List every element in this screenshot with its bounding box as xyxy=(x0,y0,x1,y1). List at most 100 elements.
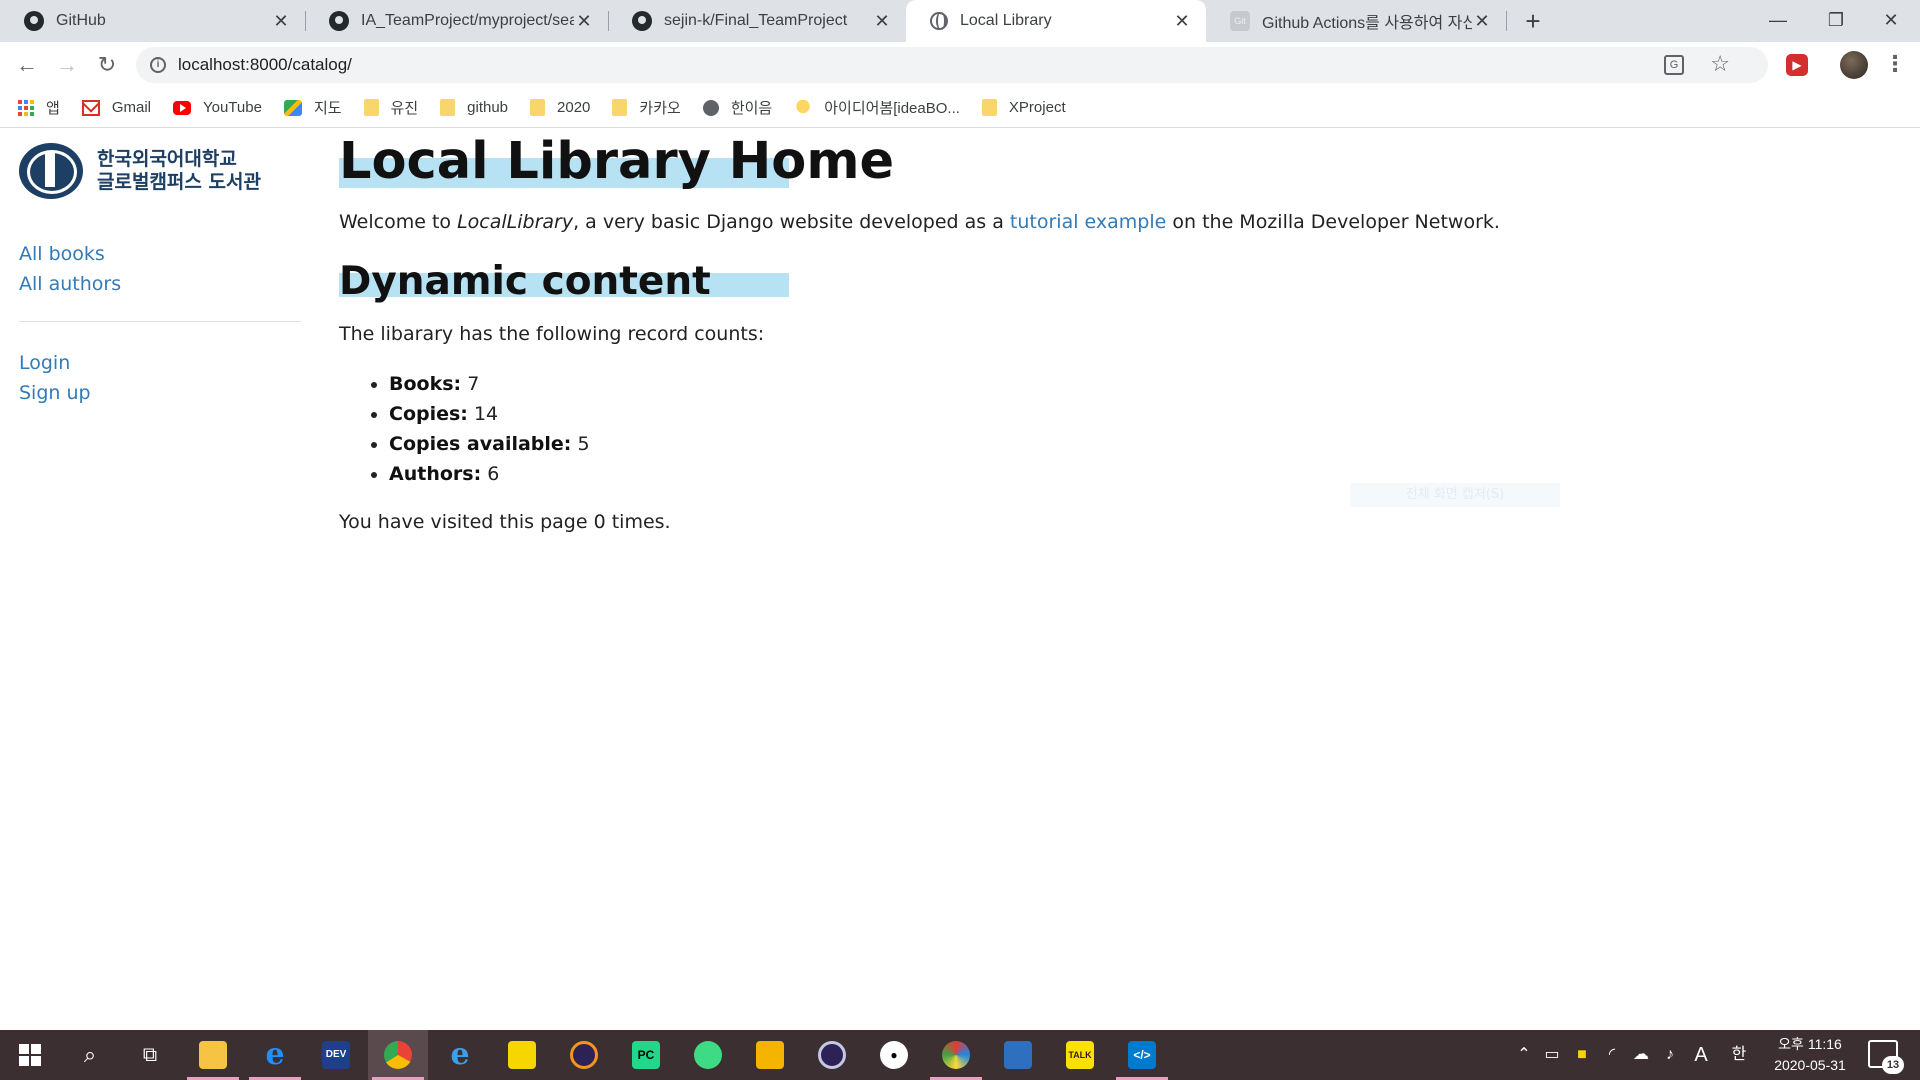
site-name: LocalLibrary xyxy=(457,211,574,233)
language-indicator[interactable]: 한 xyxy=(1726,1030,1752,1080)
stat-label: Books: xyxy=(389,373,462,395)
bookmark-folder-yujin[interactable]: 유진 xyxy=(363,97,418,118)
faded-capture-tooltip: 전체 화면 캡처(S) xyxy=(1350,483,1560,507)
tab-close-icon[interactable]: ✕ xyxy=(1472,11,1492,32)
tab-ia-teamproject[interactable]: IA_TeamProject/myproject/search ✕ xyxy=(305,0,608,42)
bookmark-haneum[interactable]: 한이음 xyxy=(702,97,772,118)
counts-intro: The libarary has the following record co… xyxy=(339,323,765,345)
folder-icon xyxy=(363,99,379,116)
pycharm-icon[interactable]: PC xyxy=(616,1030,676,1080)
forward-button[interactable]: → xyxy=(53,51,81,79)
ime-mode[interactable]: A xyxy=(1688,1030,1714,1080)
folder-icon xyxy=(981,99,997,116)
globe-icon xyxy=(702,99,719,116)
bookmark-youtube[interactable]: YouTube xyxy=(172,99,262,116)
profile-avatar[interactable] xyxy=(1840,51,1868,79)
bookmark-folder-xproject[interactable]: XProject xyxy=(981,99,1066,116)
vscode-icon[interactable]: </> xyxy=(1112,1030,1172,1080)
new-tab-button[interactable]: + xyxy=(1518,6,1548,36)
minimize-button[interactable]: — xyxy=(1749,0,1807,42)
tab-strip: GitHub ✕ IA_TeamProject/myproject/search… xyxy=(0,0,1920,42)
browser-toolbar: ← → ↻ i localhost:8000/catalog/ G ☆ ▶ ⋮ xyxy=(0,42,1920,88)
ie-icon[interactable]: e xyxy=(430,1030,490,1080)
address-bar[interactable]: i localhost:8000/catalog/ G ☆ xyxy=(136,47,1768,83)
stat-label: Authors: xyxy=(389,463,482,485)
signup-link[interactable]: Sign up xyxy=(19,378,301,408)
tab-close-icon[interactable]: ✕ xyxy=(872,11,892,32)
tab-title: sejin-k/Final_TeamProject xyxy=(664,12,848,29)
reload-button[interactable]: ↻ xyxy=(93,51,121,79)
paint-icon[interactable] xyxy=(926,1030,986,1080)
bookmark-star-icon[interactable]: ☆ xyxy=(1710,51,1730,77)
eclipse-icon[interactable] xyxy=(554,1030,614,1080)
maze-app-icon[interactable] xyxy=(740,1030,800,1080)
url-text[interactable]: localhost:8000/catalog/ xyxy=(178,55,352,75)
penguin-app-icon[interactable]: ● xyxy=(864,1030,924,1080)
tab-local-library[interactable]: Local Library ✕ xyxy=(906,0,1206,42)
tutorial-link[interactable]: tutorial example xyxy=(1010,211,1166,233)
login-link[interactable]: Login xyxy=(19,348,301,378)
tab-title: GitHub xyxy=(56,12,106,29)
bookmark-gmail[interactable]: Gmail xyxy=(81,99,151,116)
back-button[interactable]: ← xyxy=(13,51,41,79)
network-icon[interactable] xyxy=(988,1030,1048,1080)
tab-github[interactable]: GitHub ✕ xyxy=(0,0,305,42)
bookmark-label: 2020 xyxy=(557,99,591,116)
tab-close-icon[interactable]: ✕ xyxy=(574,11,594,32)
bookmark-label: 지도 xyxy=(313,100,342,117)
close-window-button[interactable]: ✕ xyxy=(1862,0,1920,42)
all-books-link[interactable]: All books xyxy=(19,239,301,269)
bookmark-label: YouTube xyxy=(202,99,262,116)
tab-close-icon[interactable]: ✕ xyxy=(1172,11,1192,32)
android-studio-icon[interactable] xyxy=(678,1030,738,1080)
tab-final-teamproject[interactable]: sejin-k/Final_TeamProject ✕ xyxy=(608,0,906,42)
tab-title: IA_TeamProject/myproject/search xyxy=(361,12,574,29)
extension-icon[interactable]: ▶ xyxy=(1786,54,1808,76)
youtube-icon xyxy=(172,100,191,115)
gmail-icon xyxy=(81,99,100,116)
tab-github-actions[interactable]: Git Github Actions를 사용하여 자신 ✕ xyxy=(1206,0,1506,42)
onedrive-icon[interactable]: ☁ xyxy=(1628,1030,1654,1080)
sticky-notes-icon[interactable] xyxy=(492,1030,552,1080)
tray-overflow-icon[interactable]: ⌃ xyxy=(1512,1030,1536,1080)
stat-value: 5 xyxy=(577,433,590,455)
bookmark-label: 카카오 xyxy=(639,100,681,117)
search-icon[interactable]: ⌕ xyxy=(60,1030,120,1080)
devcpp-icon[interactable]: DEV xyxy=(306,1030,366,1080)
main-content: Local Library Home Welcome to LocalLibra… xyxy=(339,129,1839,535)
battery-icon[interactable]: ▭ xyxy=(1540,1030,1564,1080)
translate-icon[interactable]: G xyxy=(1664,55,1684,75)
all-authors-link[interactable]: All authors xyxy=(19,269,301,299)
welcome-suffix: on the Mozilla Developer Network. xyxy=(1166,211,1500,233)
volume-icon[interactable]: ♪ xyxy=(1658,1030,1682,1080)
list-item: Copies available: 5 xyxy=(389,429,1839,459)
auth-links: Login Sign up xyxy=(19,348,301,408)
library-logo[interactable]: 한국외국어대학교 글로벌캠퍼스 도서관 xyxy=(19,143,301,199)
bookmark-maps[interactable]: 지도 xyxy=(283,97,342,118)
maximize-button[interactable]: ❐ xyxy=(1807,0,1865,42)
bookmark-folder-2020[interactable]: 2020 xyxy=(530,99,590,116)
chat-icon[interactable]: ■ xyxy=(1570,1030,1594,1080)
task-view-icon[interactable]: ⧉ xyxy=(120,1030,180,1080)
tab-close-icon[interactable]: ✕ xyxy=(271,11,291,32)
sidebar-nav: All books All authors xyxy=(19,239,301,299)
menu-icon[interactable]: ⋮ xyxy=(1884,50,1906,80)
bookmark-apps[interactable]: 앱 xyxy=(18,97,60,118)
page-content: 한국외국어대학교 글로벌캠퍼스 도서관 All books All author… xyxy=(0,129,1920,1030)
edge-icon[interactable]: e xyxy=(245,1030,305,1080)
bookmark-folder-kakao[interactable]: 카카오 xyxy=(612,97,681,118)
globe-icon xyxy=(930,12,948,30)
wifi-icon[interactable]: ◜ xyxy=(1600,1030,1624,1080)
windows-logo-icon xyxy=(19,1044,41,1066)
info-icon[interactable]: i xyxy=(150,57,166,73)
list-item: Copies: 14 xyxy=(389,399,1839,429)
file-explorer-icon[interactable] xyxy=(183,1030,243,1080)
bookmark-ideabom[interactable]: 아이디어봄[ideaBO... xyxy=(794,97,960,118)
system-clock[interactable]: 오후 11:16 2020-05-31 xyxy=(1755,1034,1865,1076)
eclipse2-icon[interactable] xyxy=(802,1030,862,1080)
start-button[interactable] xyxy=(0,1030,60,1080)
bookmark-label: Gmail xyxy=(111,99,151,116)
bookmark-folder-github[interactable]: github xyxy=(440,99,508,116)
chrome-icon[interactable] xyxy=(368,1030,428,1080)
kakaotalk-icon[interactable]: TALK xyxy=(1050,1030,1110,1080)
